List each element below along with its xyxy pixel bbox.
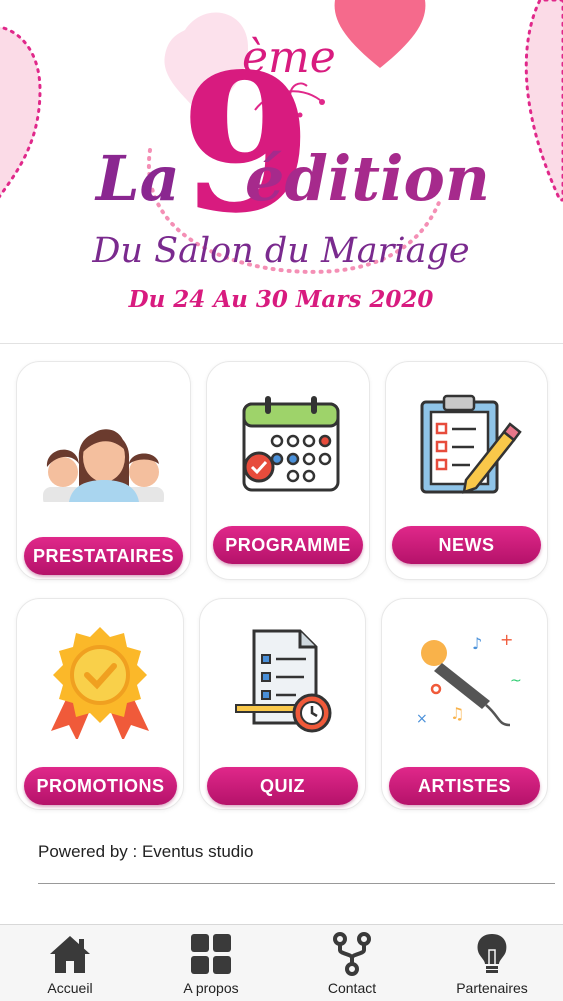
clipboard-checklist-icon: [386, 392, 547, 501]
prestataires-button[interactable]: PRESTATAIRES: [24, 537, 183, 575]
lightbulb-icon: [475, 932, 509, 976]
banner-divider: [0, 343, 563, 344]
tab-contact[interactable]: Contact: [304, 925, 400, 1001]
microphone-icon: ♪ + ~ × ♫: [382, 629, 547, 738]
banner-dates: Du 24 Au 30 Mars 2020: [128, 286, 434, 313]
event-banner: 9 ème La édition Du Salon du Mariage Du …: [0, 0, 563, 343]
news-button[interactable]: NEWS: [392, 526, 541, 564]
quiz-button[interactable]: QUIZ: [207, 767, 358, 805]
programme-button[interactable]: PROGRAMME: [213, 526, 363, 564]
edition-word: édition: [245, 142, 490, 215]
grid-icon: [190, 932, 232, 976]
card-programme[interactable]: PROGRAMME: [206, 361, 370, 580]
bottom-tab-bar: Accueil A propos Contact Partenaires: [0, 924, 563, 1001]
card-prestataires[interactable]: PRESTATAIRES: [16, 361, 191, 580]
footer-divider: [38, 883, 555, 884]
svg-text:×: ×: [416, 711, 428, 727]
artistes-button[interactable]: ARTISTES: [389, 767, 540, 805]
banner-subtitle: Du Salon du Mariage: [91, 231, 469, 271]
tab-partenaires[interactable]: Partenaires: [444, 925, 540, 1001]
tab-accueil[interactable]: Accueil: [22, 925, 118, 1001]
edition-la: La: [94, 142, 180, 215]
card-artistes[interactable]: ♪ + ~ × ♫ ARTISTES: [381, 598, 548, 810]
share-fork-icon: [332, 932, 372, 976]
banner-decoration: 9 ème La édition Du Salon du Mariage Du …: [0, 0, 563, 313]
home-icon: [48, 932, 92, 976]
quiz-document-icon: [200, 627, 365, 744]
badge-ribbon-icon: [17, 623, 183, 744]
powered-by-text: Powered by : Eventus studio: [38, 842, 254, 861]
card-quiz[interactable]: QUIZ: [199, 598, 366, 810]
svg-text:~: ~: [510, 673, 522, 689]
svg-text:+: +: [500, 630, 513, 649]
tab-accueil-label: Accueil: [47, 980, 93, 996]
svg-text:♫: ♫: [450, 704, 464, 723]
edition-suffix: ème: [242, 32, 336, 83]
card-promotions[interactable]: PROMOTIONS: [16, 598, 184, 810]
calendar-icon: [207, 394, 369, 499]
tab-apropos[interactable]: A propos: [163, 925, 259, 1001]
svg-text:♪: ♪: [472, 634, 482, 653]
tab-contact-label: Contact: [327, 980, 377, 996]
people-group-icon: [17, 392, 190, 507]
tab-partenaires-label: Partenaires: [456, 980, 528, 996]
tab-apropos-label: A propos: [183, 980, 239, 996]
promotions-button[interactable]: PROMOTIONS: [24, 767, 177, 805]
card-news[interactable]: NEWS: [385, 361, 548, 580]
